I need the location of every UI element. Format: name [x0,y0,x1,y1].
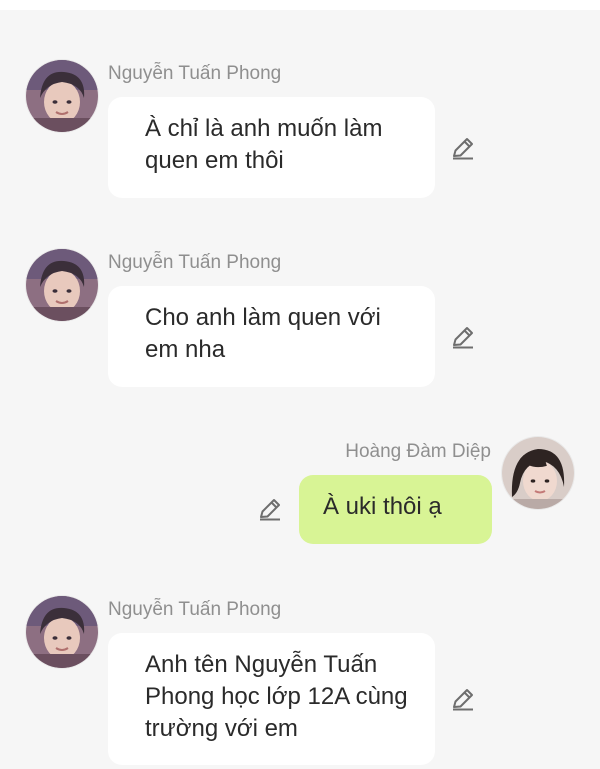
sender-name: Nguyễn Tuấn Phong [108,63,282,84]
top-bar [0,0,600,10]
sender-avatar[interactable] [26,60,98,132]
message-bubble[interactable]: À chỉ là anh muốn làm quen em thôi [108,97,435,198]
male-avatar-icon [26,60,98,132]
sender-name: Hoàng Đàm Diệp [345,441,491,462]
pencil-icon[interactable] [449,323,477,351]
chat-thread[interactable]: Nguyễn Tuấn Phong À chỉ là anh muốn làm … [0,10,600,769]
pencil-icon[interactable] [449,134,477,162]
message-bubble[interactable]: Anh tên Nguyễn Tuấn Phong học lớp 12A cù… [108,633,435,765]
female-avatar-icon [502,437,574,509]
pencil-icon[interactable] [256,495,284,523]
sender-name: Nguyễn Tuấn Phong [108,252,282,273]
message-bubble[interactable]: Cho anh làm quen với em nha [108,286,435,387]
male-avatar-icon [26,596,98,668]
male-avatar-icon [26,249,98,321]
sender-avatar[interactable] [26,249,98,321]
sender-avatar[interactable] [26,596,98,668]
message-bubble[interactable]: À uki thôi ạ [299,475,492,544]
pencil-icon[interactable] [449,685,477,713]
sender-name: Nguyễn Tuấn Phong [108,599,282,620]
sender-avatar[interactable] [502,437,574,509]
